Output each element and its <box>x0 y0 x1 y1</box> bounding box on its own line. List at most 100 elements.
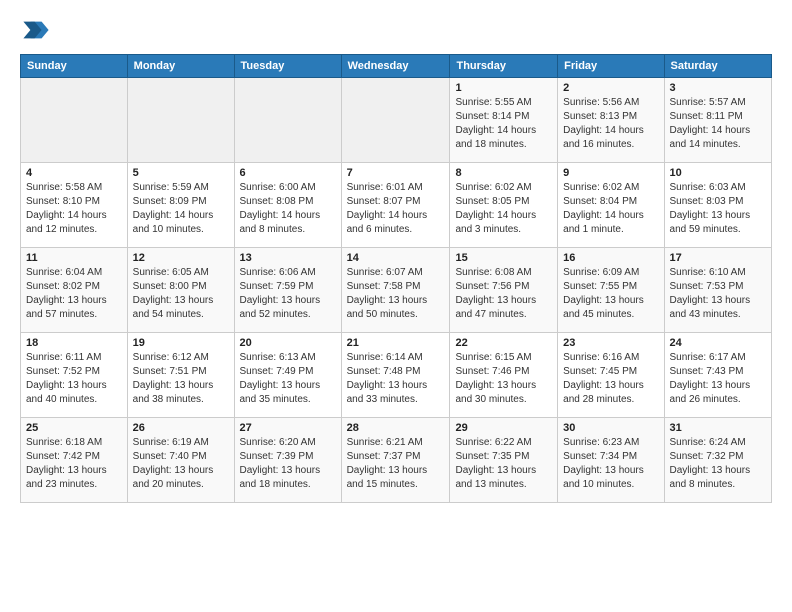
day-info: Sunrise: 6:04 AM Sunset: 8:02 PM Dayligh… <box>26 266 122 322</box>
day-info: Sunrise: 5:59 AM Sunset: 8:09 PM Dayligh… <box>133 181 229 237</box>
day-number: 14 <box>347 252 445 264</box>
calendar-week-row: 1 Sunrise: 5:55 AM Sunset: 8:14 PM Daylig… <box>21 78 772 163</box>
calendar-cell: 19Sunrise: 6:12 AM Sunset: 7:51 PM Dayli… <box>127 333 234 418</box>
day-info: Sunrise: 5:57 AM Sunset: 8:11 PM Dayligh… <box>670 96 766 152</box>
weekday-header: Friday <box>558 55 664 78</box>
day-info: Sunrise: 6:14 AM Sunset: 7:48 PM Dayligh… <box>347 351 445 407</box>
calendar-cell <box>341 78 450 163</box>
weekday-header: Saturday <box>664 55 771 78</box>
calendar-cell: 3 Sunrise: 5:57 AM Sunset: 8:11 PM Daylig… <box>664 78 771 163</box>
day-info: Sunrise: 6:01 AM Sunset: 8:07 PM Dayligh… <box>347 181 445 237</box>
day-info: Sunrise: 6:18 AM Sunset: 7:42 PM Dayligh… <box>26 436 122 492</box>
day-info: Sunrise: 6:09 AM Sunset: 7:55 PM Dayligh… <box>563 266 658 322</box>
day-number: 21 <box>347 337 445 349</box>
day-number: 27 <box>240 422 336 434</box>
calendar-cell: 28 Sunrise: 6:21 AM Sunset: 7:37 PM Dayli… <box>341 418 450 503</box>
calendar-cell: 17 Sunrise: 6:10 AM Sunset: 7:53 PM Dayli… <box>664 248 771 333</box>
day-number: 1 <box>455 82 552 94</box>
day-info: Sunrise: 6:11 AM Sunset: 7:52 PM Dayligh… <box>26 351 122 407</box>
day-info: Sunrise: 6:20 AM Sunset: 7:39 PM Dayligh… <box>240 436 336 492</box>
calendar-cell: 14Sunrise: 6:07 AM Sunset: 7:58 PM Dayli… <box>341 248 450 333</box>
day-info: Sunrise: 6:22 AM Sunset: 7:35 PM Dayligh… <box>455 436 552 492</box>
day-number: 2 <box>563 82 658 94</box>
day-number: 31 <box>670 422 766 434</box>
day-info: Sunrise: 6:21 AM Sunset: 7:37 PM Dayligh… <box>347 436 445 492</box>
calendar-cell: 8 Sunrise: 6:02 AM Sunset: 8:05 PM Daylig… <box>450 163 558 248</box>
day-info: Sunrise: 5:55 AM Sunset: 8:14 PM Dayligh… <box>455 96 552 152</box>
weekday-header: Monday <box>127 55 234 78</box>
calendar-table: SundayMondayTuesdayWednesdayThursdayFrid… <box>20 54 772 503</box>
logo-icon <box>22 16 50 44</box>
weekday-header: Wednesday <box>341 55 450 78</box>
day-info: Sunrise: 5:56 AM Sunset: 8:13 PM Dayligh… <box>563 96 658 152</box>
calendar-cell: 24 Sunrise: 6:17 AM Sunset: 7:43 PM Dayli… <box>664 333 771 418</box>
day-number: 28 <box>347 422 445 434</box>
calendar-cell: 15Sunrise: 6:08 AM Sunset: 7:56 PM Dayli… <box>450 248 558 333</box>
calendar-cell: 6 Sunrise: 6:00 AM Sunset: 8:08 PM Daylig… <box>234 163 341 248</box>
calendar-cell: 31Sunrise: 6:24 AM Sunset: 7:32 PM Dayli… <box>664 418 771 503</box>
weekday-header: Thursday <box>450 55 558 78</box>
day-number: 25 <box>26 422 122 434</box>
calendar-cell: 21 Sunrise: 6:14 AM Sunset: 7:48 PM Dayli… <box>341 333 450 418</box>
calendar-week-row: 4 Sunrise: 5:58 AM Sunset: 8:10 PM Daylig… <box>21 163 772 248</box>
day-info: Sunrise: 6:03 AM Sunset: 8:03 PM Dayligh… <box>670 181 766 237</box>
calendar-cell: 25 Sunrise: 6:18 AM Sunset: 7:42 PM Dayli… <box>21 418 128 503</box>
logo <box>20 16 54 44</box>
day-number: 17 <box>670 252 766 264</box>
calendar-cell: 16Sunrise: 6:09 AM Sunset: 7:55 PM Dayli… <box>558 248 664 333</box>
day-number: 12 <box>133 252 229 264</box>
day-info: Sunrise: 6:02 AM Sunset: 8:05 PM Dayligh… <box>455 181 552 237</box>
day-number: 5 <box>133 167 229 179</box>
calendar-cell: 4 Sunrise: 5:58 AM Sunset: 8:10 PM Daylig… <box>21 163 128 248</box>
day-number: 7 <box>347 167 445 179</box>
calendar-cell: 2 Sunrise: 5:56 AM Sunset: 8:13 PM Daylig… <box>558 78 664 163</box>
weekday-header-row: SundayMondayTuesdayWednesdayThursdayFrid… <box>21 55 772 78</box>
day-number: 30 <box>563 422 658 434</box>
day-info: Sunrise: 6:16 AM Sunset: 7:45 PM Dayligh… <box>563 351 658 407</box>
day-number: 20 <box>240 337 336 349</box>
day-number: 13 <box>240 252 336 264</box>
calendar-cell: 26 Sunrise: 6:19 AM Sunset: 7:40 PM Dayli… <box>127 418 234 503</box>
calendar-cell: 23Sunrise: 6:16 AM Sunset: 7:45 PM Dayli… <box>558 333 664 418</box>
day-number: 9 <box>563 167 658 179</box>
calendar-cell: 10 Sunrise: 6:03 AM Sunset: 8:03 PM Dayli… <box>664 163 771 248</box>
calendar-cell: 30 Sunrise: 6:23 AM Sunset: 7:34 PM Dayli… <box>558 418 664 503</box>
day-info: Sunrise: 6:08 AM Sunset: 7:56 PM Dayligh… <box>455 266 552 322</box>
calendar-cell: 20 Sunrise: 6:13 AM Sunset: 7:49 PM Dayli… <box>234 333 341 418</box>
day-info: Sunrise: 6:13 AM Sunset: 7:49 PM Dayligh… <box>240 351 336 407</box>
calendar-week-row: 11 Sunrise: 6:04 AM Sunset: 8:02 PM Dayli… <box>21 248 772 333</box>
calendar-cell: 9 Sunrise: 6:02 AM Sunset: 8:04 PM Daylig… <box>558 163 664 248</box>
calendar-cell: 7 Sunrise: 6:01 AM Sunset: 8:07 PM Daylig… <box>341 163 450 248</box>
day-number: 8 <box>455 167 552 179</box>
day-info: Sunrise: 5:58 AM Sunset: 8:10 PM Dayligh… <box>26 181 122 237</box>
calendar-cell: 22Sunrise: 6:15 AM Sunset: 7:46 PM Dayli… <box>450 333 558 418</box>
day-info: Sunrise: 6:02 AM Sunset: 8:04 PM Dayligh… <box>563 181 658 237</box>
day-info: Sunrise: 6:10 AM Sunset: 7:53 PM Dayligh… <box>670 266 766 322</box>
calendar-cell: 1 Sunrise: 5:55 AM Sunset: 8:14 PM Daylig… <box>450 78 558 163</box>
day-number: 29 <box>455 422 552 434</box>
day-number: 18 <box>26 337 122 349</box>
day-number: 26 <box>133 422 229 434</box>
day-number: 11 <box>26 252 122 264</box>
calendar-cell: 5 Sunrise: 5:59 AM Sunset: 8:09 PM Daylig… <box>127 163 234 248</box>
calendar-cell <box>234 78 341 163</box>
weekday-header: Sunday <box>21 55 128 78</box>
day-number: 3 <box>670 82 766 94</box>
day-number: 22 <box>455 337 552 349</box>
day-info: Sunrise: 6:06 AM Sunset: 7:59 PM Dayligh… <box>240 266 336 322</box>
page-header <box>20 16 772 44</box>
day-number: 6 <box>240 167 336 179</box>
calendar-week-row: 25 Sunrise: 6:18 AM Sunset: 7:42 PM Dayli… <box>21 418 772 503</box>
weekday-header: Tuesday <box>234 55 341 78</box>
day-info: Sunrise: 6:00 AM Sunset: 8:08 PM Dayligh… <box>240 181 336 237</box>
day-number: 24 <box>670 337 766 349</box>
day-info: Sunrise: 6:23 AM Sunset: 7:34 PM Dayligh… <box>563 436 658 492</box>
day-info: Sunrise: 6:19 AM Sunset: 7:40 PM Dayligh… <box>133 436 229 492</box>
day-number: 4 <box>26 167 122 179</box>
day-number: 10 <box>670 167 766 179</box>
day-info: Sunrise: 6:05 AM Sunset: 8:00 PM Dayligh… <box>133 266 229 322</box>
calendar-cell: 12 Sunrise: 6:05 AM Sunset: 8:00 PM Dayli… <box>127 248 234 333</box>
day-info: Sunrise: 6:17 AM Sunset: 7:43 PM Dayligh… <box>670 351 766 407</box>
calendar-cell: 29 Sunrise: 6:22 AM Sunset: 7:35 PM Dayli… <box>450 418 558 503</box>
day-number: 19 <box>133 337 229 349</box>
